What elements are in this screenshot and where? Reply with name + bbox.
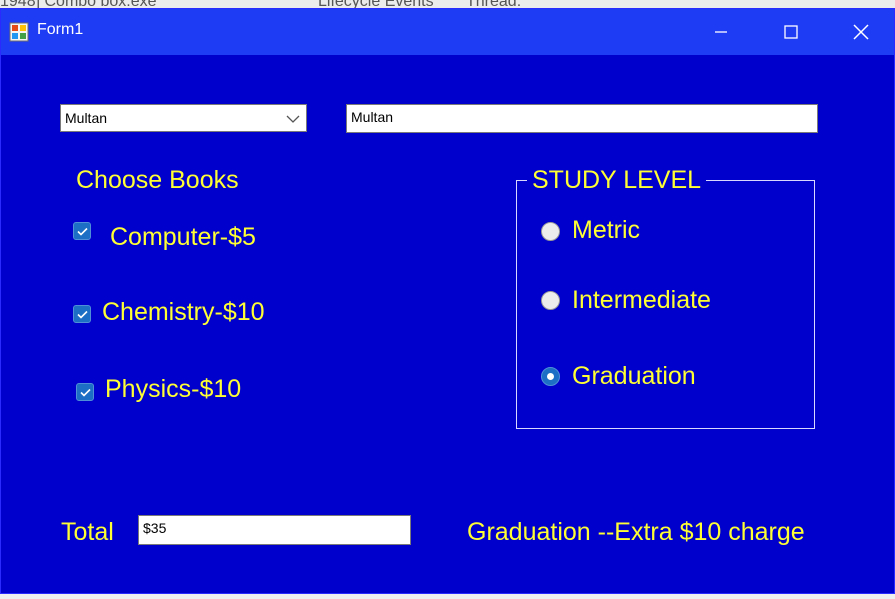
minimize-button[interactable] xyxy=(686,9,756,55)
checkmark-icon xyxy=(77,227,88,236)
metric-radio[interactable] xyxy=(541,222,560,241)
graduation-radio-label[interactable]: Graduation xyxy=(572,362,696,391)
minimize-icon xyxy=(715,31,727,33)
window-title: Form1 xyxy=(37,21,84,38)
background-process-text: 1948] Combo box.exe xyxy=(0,0,157,8)
city-combobox[interactable]: Multan xyxy=(60,104,307,132)
choose-books-heading: Choose Books xyxy=(76,166,239,194)
physics-checkbox-label[interactable]: Physics-$10 xyxy=(105,375,241,404)
total-textbox[interactable]: $35 xyxy=(138,515,411,545)
background-lifecycle-text: Lifecycle Events xyxy=(318,0,434,8)
checkmark-icon xyxy=(77,310,88,319)
title-bar[interactable]: Form1 xyxy=(1,9,894,55)
background-window-strip: 1948] Combo box.exe Lifecycle Events Thr… xyxy=(0,0,895,8)
computer-checkbox-label[interactable]: Computer-$5 xyxy=(110,223,256,252)
form-window: Form1 Multan Multan Choose Books Compute… xyxy=(0,8,895,594)
metric-radio-label[interactable]: Metric xyxy=(572,216,640,245)
chevron-down-icon[interactable] xyxy=(286,114,300,124)
checkmark-icon xyxy=(80,388,91,397)
close-icon xyxy=(853,24,869,40)
city-combobox-value: Multan xyxy=(65,110,108,126)
physics-checkbox[interactable] xyxy=(76,383,94,401)
intermediate-radio[interactable] xyxy=(541,291,560,310)
graduation-radio[interactable] xyxy=(541,367,560,386)
study-level-legend: STUDY LEVEL xyxy=(527,166,707,195)
chemistry-checkbox[interactable] xyxy=(73,305,91,323)
city-textbox[interactable]: Multan xyxy=(346,104,818,133)
intermediate-radio-label[interactable]: Intermediate xyxy=(572,286,711,315)
chemistry-checkbox-label[interactable]: Chemistry-$10 xyxy=(102,298,265,327)
computer-checkbox[interactable] xyxy=(73,222,91,240)
total-label: Total xyxy=(61,518,114,546)
maximize-button[interactable] xyxy=(756,9,826,55)
close-button[interactable] xyxy=(826,9,895,55)
background-thread-text: Thread: xyxy=(466,0,521,8)
maximize-icon xyxy=(784,25,798,39)
form-app-icon xyxy=(9,22,29,42)
extra-charge-note: Graduation --Extra $10 charge xyxy=(467,518,805,546)
